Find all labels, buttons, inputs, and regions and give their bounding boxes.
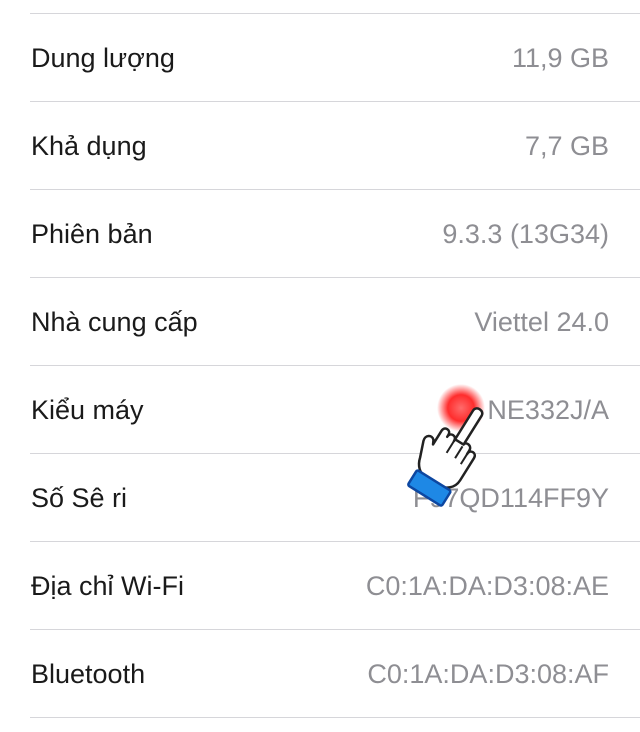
capacity-value: 11,9 GB	[511, 43, 609, 73]
carrier-label: Nhà cung cấp	[31, 307, 198, 337]
bluetooth-value: C0:1A:DA:D3:08:AF	[367, 659, 609, 689]
row-bluetooth[interactable]: Bluetooth C0:1A:DA:D3:08:AF	[0, 630, 640, 718]
row-divider	[30, 717, 640, 718]
wifi-address-label: Địa chỉ Wi-Fi	[31, 571, 184, 601]
row-available: Khả dụng 7,7 GB	[0, 102, 640, 190]
serial-number-value: F97QD114FF9Y	[412, 483, 609, 513]
row-version: Phiên bản 9.3.3 (13G34)	[0, 190, 640, 278]
row-model[interactable]: Kiểu máy NE332J/A	[0, 366, 640, 454]
wifi-address-value: C0:1A:DA:D3:08:AE	[365, 571, 609, 601]
row-carrier[interactable]: Nhà cung cấp Viettel 24.0	[0, 278, 640, 366]
version-label: Phiên bản	[31, 219, 153, 249]
row-capacity: Dung lượng 11,9 GB	[0, 14, 640, 102]
row-wifi-address[interactable]: Địa chỉ Wi-Fi C0:1A:DA:D3:08:AE	[0, 542, 640, 630]
serial-number-label: Số Sê ri	[31, 483, 128, 513]
bluetooth-label: Bluetooth	[31, 659, 146, 689]
model-value[interactable]: NE332J/A	[487, 366, 609, 454]
available-value: 7,7 GB	[524, 131, 609, 161]
row-serial-number[interactable]: Số Sê ri F97QD114FF9Y	[0, 454, 640, 542]
model-label: Kiểu máy	[31, 395, 144, 425]
version-value: 9.3.3 (13G34)	[442, 219, 609, 249]
available-label: Khả dụng	[31, 131, 147, 161]
capacity-label: Dung lượng	[31, 43, 175, 73]
carrier-value: Viettel 24.0	[474, 307, 609, 337]
